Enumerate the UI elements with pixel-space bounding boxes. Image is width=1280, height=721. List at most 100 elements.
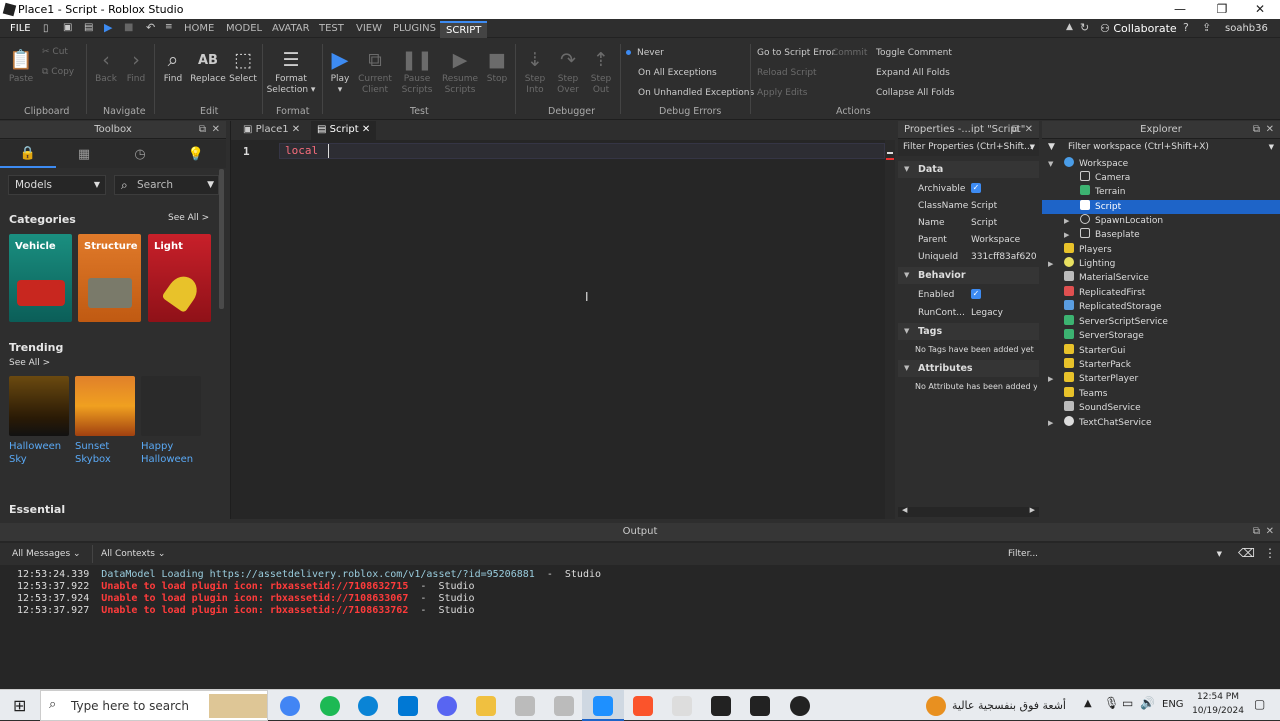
close-panel-icon[interactable]: ✕ (1266, 523, 1274, 541)
tab-creations[interactable]: 💡 (168, 140, 224, 168)
scroll-left-icon[interactable]: ◀ (902, 506, 907, 514)
trending-item[interactable]: Halloween Sky (9, 376, 69, 466)
enabled-checkbox[interactable]: ✓ (971, 289, 981, 299)
weather-text[interactable]: أشعة فوق بنفسجية عالية (950, 699, 1066, 712)
show-hidden-icons[interactable]: ▲ (1084, 698, 1092, 709)
tab-view[interactable]: VIEW (356, 23, 382, 34)
mail-icon[interactable] (398, 696, 418, 716)
notepad-icon[interactable] (672, 696, 692, 716)
explorer-filter-input[interactable]: ▼ Filter workspace (Ctrl+Shift+X) ▼ (1042, 139, 1280, 156)
tab-inventory[interactable]: ▦ (56, 140, 112, 168)
explorer-item-starterplayer[interactable]: StarterPlayer (1042, 372, 1280, 386)
tab-model[interactable]: MODEL (226, 23, 262, 34)
category-dropdown[interactable]: Models ▼ (8, 175, 106, 195)
resume-scripts-button[interactable]: ▶ Resume Scripts (440, 48, 480, 96)
play-button[interactable]: ▶ Play ▾ (326, 48, 354, 96)
tab-avatar[interactable]: AVATAR (272, 23, 310, 34)
expand-all-folds-button[interactable]: Expand All Folds (876, 68, 950, 78)
explorer-item-materialservice[interactable]: MaterialService (1042, 271, 1280, 285)
step-over-button[interactable]: ↷ Step Over (553, 48, 583, 96)
dock-icon[interactable]: ⧉ (1012, 121, 1019, 139)
obs-icon[interactable] (790, 696, 810, 716)
more-options-icon[interactable]: ⋮ (1264, 546, 1276, 560)
close-panel-icon[interactable]: ✕ (1266, 121, 1274, 139)
explorer-item-terrain[interactable]: Terrain (1042, 185, 1280, 199)
current-client-button[interactable]: ⧉ Current Client (356, 48, 394, 96)
share-icon[interactable]: ⇪ (1202, 21, 1211, 34)
toggle-comment-button[interactable]: Toggle Comment (876, 48, 952, 58)
windows-start-icon[interactable]: ⊞ (13, 696, 26, 715)
explorer-item-teams[interactable]: Teams (1042, 387, 1280, 401)
copy-button[interactable]: ⧉ Copy (42, 67, 74, 77)
save-icon[interactable]: ▣ (63, 22, 72, 33)
folder-icon[interactable]: ▤ (84, 22, 93, 33)
behavior-category[interactable]: Behavior (898, 267, 1039, 284)
explorer-item-startergui[interactable]: StarterGui (1042, 344, 1280, 358)
explorer-item-workspace[interactable]: Workspace (1042, 157, 1280, 171)
explorer-item-camera[interactable]: Camera (1042, 171, 1280, 185)
filter-icon[interactable]: ▼ (207, 176, 214, 194)
collapse-all-folds-button[interactable]: Collapse All Folds (876, 88, 954, 98)
forward-button[interactable]: › Find (122, 48, 150, 85)
file-explorer-icon[interactable] (476, 696, 496, 716)
toolbox-scrollbar[interactable] (219, 169, 224, 309)
explorer-item-replicatedfirst[interactable]: ReplicatedFirst (1042, 286, 1280, 300)
explorer-item-lighting[interactable]: Lighting (1042, 257, 1280, 271)
runcontext-value[interactable]: Legacy (971, 308, 1003, 318)
explorer-item-starterpack[interactable]: StarterPack (1042, 358, 1280, 372)
select-button[interactable]: ⬚ Select (228, 48, 258, 85)
uv-weather-icon[interactable] (926, 696, 946, 716)
editor-scrollbar[interactable] (885, 140, 895, 519)
paste-button[interactable]: 📋 Paste (6, 48, 36, 85)
explorer-item-replicatedstorage[interactable]: ReplicatedStorage (1042, 300, 1280, 314)
explorer-item-serverscriptservice[interactable]: ServerScriptService (1042, 315, 1280, 329)
all-contexts-dropdown[interactable]: All Contexts ⌄ (92, 545, 173, 563)
username[interactable]: soahb36 (1225, 23, 1268, 34)
tab-script[interactable]: SCRIPT (440, 21, 488, 38)
close-panel-icon[interactable]: ✕ (212, 121, 220, 139)
dock-icon[interactable]: ⧉ (1253, 121, 1260, 139)
language-indicator[interactable]: ENG (1162, 699, 1184, 710)
brave-icon[interactable] (633, 696, 653, 716)
trending-item[interactable]: Sunset Skybox (75, 376, 135, 466)
clear-output-icon[interactable]: ⌫ (1238, 546, 1255, 560)
code-area[interactable]: local I (279, 140, 885, 519)
apply-edits-button[interactable]: Apply Edits (757, 88, 807, 98)
tab-test[interactable]: TEST (319, 23, 344, 34)
tags-category[interactable]: Tags (898, 323, 1039, 340)
app-icon[interactable] (554, 696, 574, 716)
capcut-icon[interactable] (750, 696, 770, 716)
clock-date[interactable]: 10/19/2024 (1189, 706, 1247, 716)
on-unhandled-radio[interactable]: On Unhandled Exceptions (638, 88, 754, 98)
volume-icon[interactable]: 🔊 (1140, 696, 1155, 710)
new-file-icon[interactable]: ▯ (43, 23, 49, 34)
step-into-button[interactable]: ⇣ Step Into (520, 48, 550, 96)
cut-button[interactable]: ✂ Cut (42, 47, 68, 57)
spotify-icon[interactable] (320, 696, 340, 716)
all-messages-dropdown[interactable]: All Messages ⌄ (6, 545, 87, 563)
trending-item[interactable]: Happy Halloween (141, 376, 201, 466)
maximize-button[interactable]: ❐ (1202, 2, 1242, 16)
output-filter-input[interactable]: Filter... ▼ (1002, 545, 1224, 563)
refresh-icon[interactable]: ↻ (1080, 21, 1089, 34)
capcut-icon[interactable] (711, 696, 731, 716)
on-all-exceptions-radio[interactable]: On All Exceptions (638, 68, 717, 78)
explorer-item-baseplate[interactable]: Baseplate (1042, 228, 1280, 242)
category-card-light[interactable]: Light (148, 234, 211, 322)
categories-see-all[interactable]: See All > (168, 213, 209, 223)
properties-filter-input[interactable]: Filter Properties (Ctrl+Shift... ▼ (898, 139, 1039, 156)
explorer-item-textchatservice[interactable]: TextChatService (1042, 416, 1280, 430)
notifications-icon[interactable]: ▢ (1254, 697, 1265, 711)
close-tab-icon[interactable]: ✕ (292, 124, 300, 135)
never-radio[interactable]: Never (626, 48, 664, 58)
replace-button[interactable]: AB Replace (190, 48, 226, 85)
quick-stop-icon[interactable]: ■ (124, 22, 133, 33)
app-icon[interactable] (515, 696, 535, 716)
format-selection-button[interactable]: ☰ Format Selection ▾ (266, 48, 316, 96)
pause-scripts-button[interactable]: ❚❚ Pause Scripts (398, 48, 436, 96)
clock-time[interactable]: 12:54 PM (1194, 692, 1242, 702)
collapse-ribbon-icon[interactable]: ▲ (1066, 22, 1073, 32)
name-value[interactable]: Script (971, 218, 997, 228)
close-panel-icon[interactable]: ✕ (1025, 121, 1033, 139)
network-icon[interactable]: ▭ (1122, 696, 1133, 710)
